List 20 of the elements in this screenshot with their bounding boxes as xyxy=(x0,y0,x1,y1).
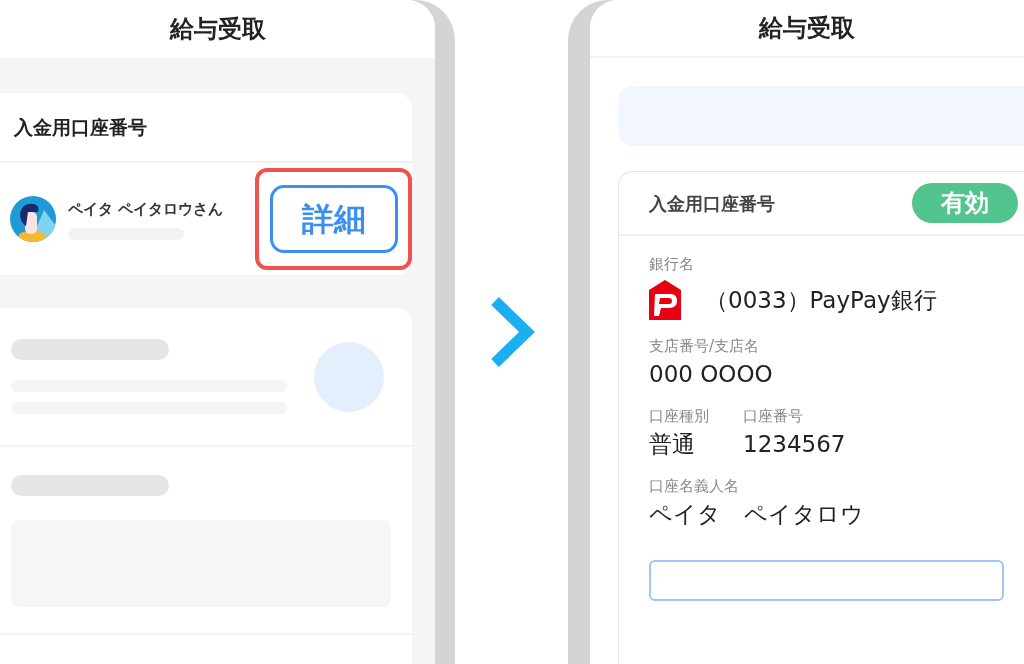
input-field[interactable] xyxy=(649,560,1004,601)
screen-title: 給与受取 xyxy=(169,14,266,45)
detail-button[interactable]: 詳細 xyxy=(269,185,398,253)
status-badge: 有効 xyxy=(912,183,1018,223)
avatar-icon xyxy=(10,196,56,242)
card-heading: 入金用口座番号 xyxy=(14,114,147,140)
screen-title: 給与受取 xyxy=(759,13,855,44)
card-heading: 入金用口座番号 xyxy=(649,191,775,216)
field-value: 普通 xyxy=(649,430,696,459)
field-value: ペイタ ペイタロウ xyxy=(649,500,864,529)
field-label: 口座種別 xyxy=(649,406,709,426)
field-label: 口座番号 xyxy=(743,406,804,426)
field-label: 支店番号/支店名 xyxy=(649,336,761,356)
account-holder-name: ペイタ ペイタロウさん xyxy=(68,198,225,220)
field-value: 000 OOOO xyxy=(649,360,773,389)
bank-logo-icon xyxy=(649,280,681,320)
field-label: 銀行名 xyxy=(649,254,695,274)
field-label: 口座名義人名 xyxy=(649,476,740,496)
field-value: （0033）PayPay銀行 xyxy=(705,285,937,315)
field-value: 1234567 xyxy=(743,430,846,459)
